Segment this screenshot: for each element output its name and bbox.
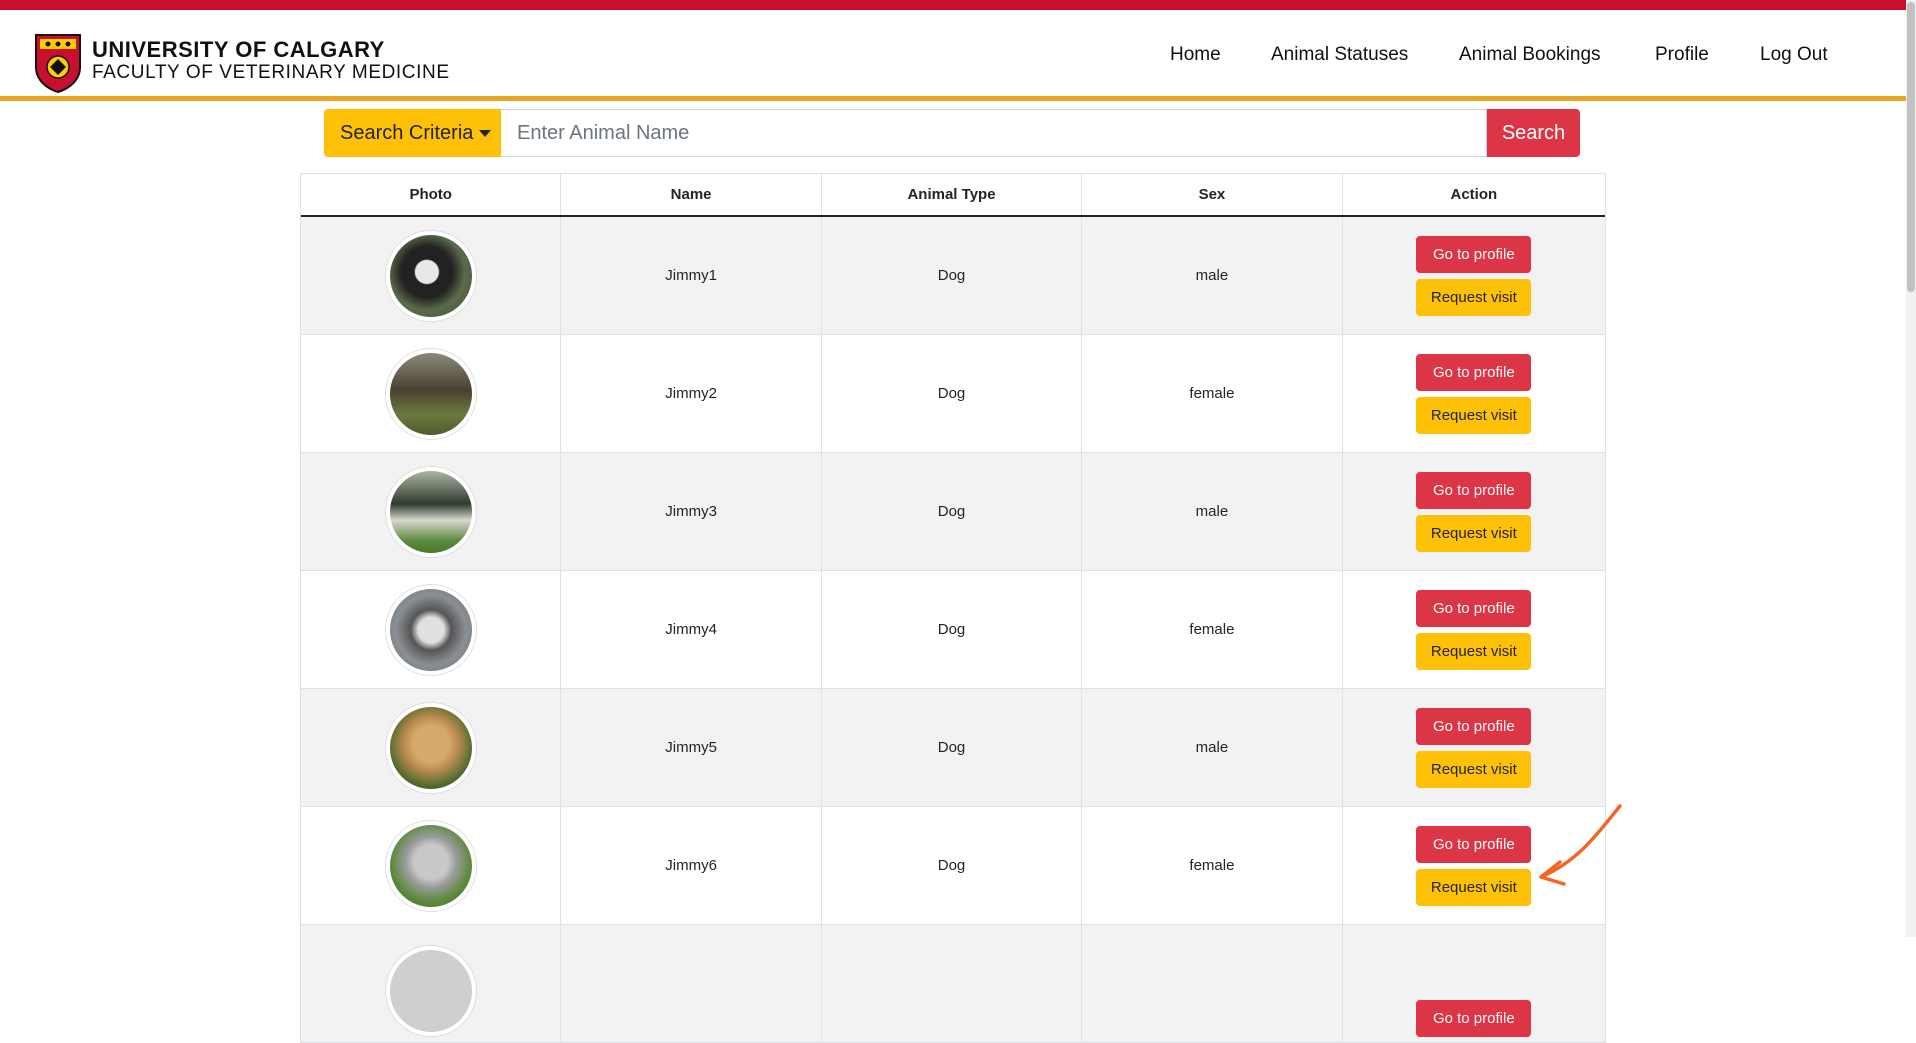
nav-profile[interactable]: Profile [1655, 44, 1709, 66]
photo-cell [301, 217, 562, 334]
go-to-profile-button[interactable]: Go to profile [1416, 589, 1532, 627]
table-row: Jimmy2 Dog female Go to profile Request … [301, 335, 1605, 453]
table-row: Jimmy1 Dog male Go to profile Request vi… [301, 217, 1605, 335]
scrollbar-thumb[interactable] [1907, 2, 1915, 292]
table-row: Jimmy6 Dog female Go to profile Request … [301, 807, 1605, 925]
action-cell: Go to profile Request visit [1343, 335, 1605, 452]
top-accent-bar [0, 0, 1916, 10]
photo-cell [301, 571, 562, 688]
animal-name-input[interactable] [501, 109, 1487, 157]
header-divider [0, 96, 1906, 101]
action-cell: Go to profile Request visit [1343, 571, 1605, 688]
page-scrollbar[interactable] [1906, 0, 1916, 937]
table-row: Jimmy3 Dog male Go to profile Request vi… [301, 453, 1605, 571]
university-name: UNIVERSITY OF CALGARY [92, 37, 385, 62]
column-header-photo: Photo [301, 174, 562, 215]
action-cell: Go to profile Request visit [1343, 453, 1605, 570]
column-header-animal-type: Animal Type [822, 174, 1083, 215]
photo-cell [301, 925, 562, 1042]
action-cell: Go to profile [1343, 925, 1605, 1042]
animal-photo [385, 820, 476, 911]
sex-cell [1082, 925, 1343, 1042]
action-cell: Go to profile Request visit [1343, 217, 1605, 334]
request-visit-button[interactable]: Request visit [1416, 396, 1532, 434]
type-cell: Dog [822, 689, 1083, 806]
go-to-profile-button[interactable]: Go to profile [1416, 235, 1532, 273]
photo-cell [301, 453, 562, 570]
nav-animal-bookings[interactable]: Animal Bookings [1459, 44, 1601, 66]
name-cell: Jimmy3 [561, 453, 822, 570]
search-bar: Search Criteria Search [324, 109, 1580, 157]
column-header-action: Action [1450, 186, 1498, 203]
sex-cell: male [1082, 689, 1343, 806]
go-to-profile-button[interactable]: Go to profile [1416, 825, 1532, 863]
type-cell: Dog [822, 807, 1083, 924]
animals-table: Photo Name Animal Type Sex Action Jimmy1… [300, 173, 1606, 1043]
type-cell: Dog [822, 571, 1083, 688]
site-header: UNIVERSITY OF CALGARY FACULTY OF VETERIN… [0, 10, 1906, 97]
request-visit-button[interactable]: Request visit [1416, 278, 1532, 316]
sex-cell: male [1082, 453, 1343, 570]
go-to-profile-button[interactable]: Go to profile [1416, 353, 1532, 391]
nav-log-out[interactable]: Log Out [1760, 44, 1828, 66]
animal-photo [385, 584, 476, 675]
table-row: Jimmy5 Dog male Go to profile Request vi… [301, 689, 1605, 807]
type-cell: Dog [822, 335, 1083, 452]
request-visit-button[interactable]: Request visit [1416, 632, 1532, 670]
photo-cell [301, 335, 562, 452]
action-cell: Go to profile Request visit [1343, 689, 1605, 806]
search-criteria-label: Search Criteria [340, 121, 474, 144]
request-visit-button[interactable]: Request visit [1416, 868, 1532, 906]
table-row: Jimmy4 Dog female Go to profile Request … [301, 571, 1605, 689]
brand-text: UNIVERSITY OF CALGARY FACULTY OF VETERIN… [92, 38, 450, 84]
table-row: Go to profile [301, 925, 1605, 1043]
animal-photo [385, 945, 476, 1036]
faculty-name: FACULTY OF VETERINARY MEDICINE [92, 62, 450, 83]
search-button[interactable]: Search [1487, 109, 1580, 157]
annotation-arrow-icon [1539, 804, 1622, 886]
photo-cell [301, 689, 562, 806]
request-visit-button[interactable]: Request visit [1416, 514, 1532, 552]
name-cell: Jimmy6 [561, 807, 822, 924]
type-cell: Dog [822, 217, 1083, 334]
type-cell [822, 925, 1083, 1042]
nav-home[interactable]: Home [1170, 44, 1221, 66]
animal-photo [385, 348, 476, 439]
column-header-sex: Sex [1082, 174, 1343, 215]
photo-cell [301, 807, 562, 924]
type-cell: Dog [822, 453, 1083, 570]
table-header: Photo Name Animal Type Sex Action [301, 174, 1605, 217]
sex-cell: female [1082, 571, 1343, 688]
column-header-name: Name [561, 174, 822, 215]
sex-cell: male [1082, 217, 1343, 334]
go-to-profile-button[interactable]: Go to profile [1416, 1000, 1532, 1037]
animal-photo [385, 702, 476, 793]
nav-animal-statuses[interactable]: Animal Statuses [1271, 44, 1408, 66]
animal-photo [385, 230, 476, 321]
university-crest-icon[interactable] [34, 33, 82, 93]
go-to-profile-button[interactable]: Go to profile [1416, 471, 1532, 509]
name-cell: Jimmy1 [561, 217, 822, 334]
name-cell: Jimmy4 [561, 571, 822, 688]
name-cell [561, 925, 822, 1042]
animal-photo [385, 466, 476, 557]
sex-cell: female [1082, 807, 1343, 924]
request-visit-button[interactable]: Request visit [1416, 750, 1532, 788]
go-to-profile-button[interactable]: Go to profile [1416, 707, 1532, 745]
sex-cell: female [1082, 335, 1343, 452]
name-cell: Jimmy5 [561, 689, 822, 806]
name-cell: Jimmy2 [561, 335, 822, 452]
caret-down-icon [479, 129, 492, 137]
search-criteria-dropdown[interactable]: Search Criteria [324, 109, 501, 157]
